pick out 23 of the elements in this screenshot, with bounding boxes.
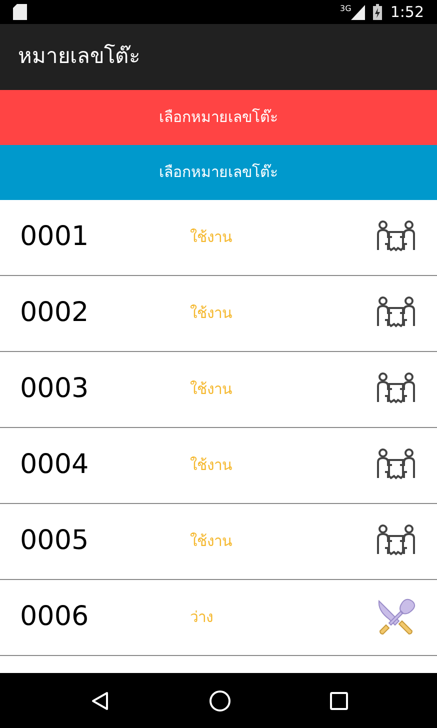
- table-number: 0004: [20, 448, 90, 482]
- home-icon[interactable]: [208, 690, 230, 712]
- sd-card-icon: [13, 4, 27, 20]
- signal-icon: [351, 4, 366, 20]
- table-status: ใช้งาน: [190, 303, 233, 324]
- table-number: 0003: [20, 372, 90, 406]
- battery-icon: [373, 4, 382, 20]
- table-number: 0001: [20, 220, 90, 254]
- table-number: 0002: [20, 296, 90, 330]
- table-status: ใช้งาน: [190, 227, 233, 248]
- table-status: ใช้งาน: [190, 531, 233, 552]
- back-icon[interactable]: [90, 690, 110, 710]
- select-table-button[interactable]: เลือกหมายเลขโต๊ะ: [0, 145, 437, 200]
- table-status: ใช้งาน: [190, 455, 233, 476]
- table-status: ว่าง: [190, 607, 214, 628]
- app-title: หมายเลขโต๊ะ: [18, 43, 140, 70]
- clock: 1:52: [390, 2, 424, 23]
- recents-icon[interactable]: [330, 692, 348, 710]
- table-number: 0006: [20, 600, 90, 634]
- table-number: 0005: [20, 524, 90, 558]
- select-table-button[interactable]: เลือกหมายเลขโต๊ะ: [0, 90, 437, 145]
- table-status: ใช้งาน: [190, 379, 233, 400]
- network-type: 3G: [340, 3, 352, 15]
